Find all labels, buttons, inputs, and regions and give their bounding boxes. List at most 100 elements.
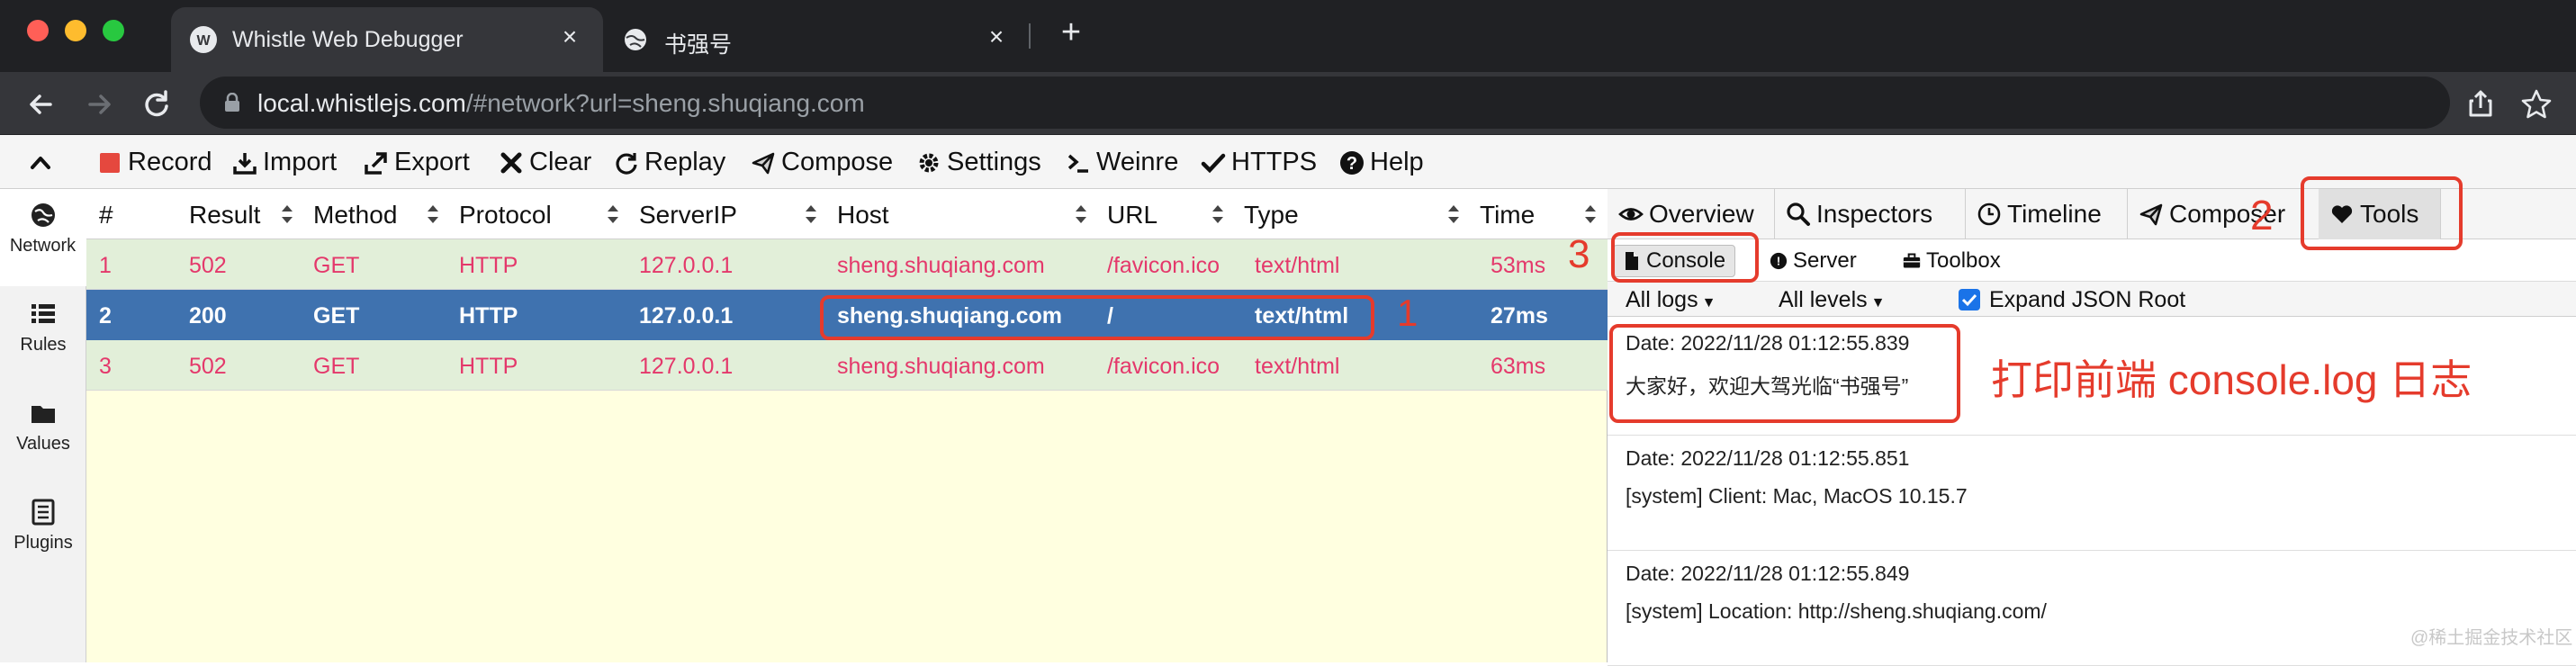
close-tab-icon[interactable]: × (556, 23, 583, 50)
new-tab-icon[interactable]: + (1051, 13, 1091, 52)
cell-protocol: HTTP (459, 354, 518, 379)
cell-method: GET (313, 253, 360, 278)
column-header-number[interactable]: # (99, 201, 113, 230)
compose-button[interactable]: Compose (751, 148, 893, 177)
tab-title: 书强号 (664, 32, 733, 58)
close-tab-icon[interactable]: × (983, 23, 1010, 50)
cell-number: 3 (99, 354, 112, 379)
lock-icon[interactable] (223, 93, 241, 112)
sidebar-item-plugins[interactable]: Plugins (0, 486, 86, 583)
sort-icon[interactable] (1075, 202, 1087, 227)
tab-timeline[interactable]: Timeline (1966, 189, 2128, 239)
network-list-panel: # Result Method Protocol ServerIP Host U… (86, 189, 1608, 662)
sidebar-item-rules[interactable]: Rules (0, 288, 86, 385)
sort-icon[interactable] (1447, 202, 1460, 227)
subtab-server[interactable]: ! Server (1761, 245, 1866, 277)
sort-icon[interactable] (427, 202, 439, 227)
export-label: Export (394, 148, 470, 176)
help-button[interactable]: ? Help (1339, 148, 1424, 177)
app-menu-bar: Record Import Export Clear Replay Compos… (0, 135, 2576, 189)
sidebar-item-network[interactable]: Network (0, 189, 86, 286)
browser-tab-whistle[interactable]: W Whistle Web Debugger × (171, 7, 603, 72)
column-header-type[interactable]: Type (1244, 201, 1299, 230)
compose-label: Compose (781, 148, 894, 176)
replay-button[interactable]: Replay (614, 148, 725, 177)
browser-tab-shuqiang[interactable]: 书强号 × (612, 7, 1026, 72)
collapse-up-icon[interactable] (27, 149, 54, 175)
list-icon (32, 304, 55, 323)
https-button[interactable]: HTTPS (1201, 148, 1317, 177)
minimize-window-button[interactable] (65, 20, 86, 41)
annotation-number-3: 3 (1568, 232, 1590, 276)
column-header-method[interactable]: Method (313, 201, 397, 230)
clear-button[interactable]: Clear (499, 148, 591, 177)
sort-icon[interactable] (1584, 202, 1597, 227)
log-message: [system] Location: http://sheng.shuqiang… (1626, 599, 2047, 623)
browser-tab-bar: W Whistle Web Debugger × 书强号 × + (0, 0, 2576, 72)
tab-inspectors-label: Inspectors (1816, 200, 1933, 228)
back-arrow-icon[interactable] (23, 86, 59, 122)
cell-url: /favicon.ico (1107, 253, 1220, 278)
bookmark-star-icon[interactable] (2518, 86, 2554, 122)
cell-method: GET (313, 303, 360, 328)
tab-inspectors[interactable]: Inspectors (1775, 189, 1966, 239)
clear-x-icon (500, 152, 522, 173)
column-header-url[interactable]: URL (1107, 201, 1157, 230)
weinre-label: Weinre (1096, 148, 1179, 176)
record-button[interactable]: Record (97, 148, 212, 177)
column-header-host[interactable]: Host (837, 201, 889, 230)
sidebar-item-label: Values (16, 434, 70, 454)
sort-icon[interactable] (805, 202, 817, 227)
close-window-button[interactable] (27, 20, 49, 41)
weinre-button[interactable]: Weinre (1066, 148, 1178, 177)
cell-time: 27ms (1491, 303, 1548, 328)
sort-icon[interactable] (281, 202, 293, 227)
expand-json-checkbox[interactable] (1959, 289, 1980, 310)
export-button[interactable]: Export (364, 148, 470, 177)
all-levels-dropdown[interactable]: All levels ▼ (1779, 287, 1886, 313)
zoom-window-button[interactable] (103, 20, 124, 41)
replay-icon (616, 152, 637, 175)
reload-icon[interactable] (139, 86, 175, 122)
clear-label: Clear (529, 148, 592, 176)
column-header-time[interactable]: Time (1480, 201, 1535, 230)
forward-arrow-icon[interactable] (81, 86, 117, 122)
tab-timeline-label: Timeline (2007, 200, 2102, 228)
paper-plane-icon (752, 152, 775, 174)
cell-result: 502 (189, 253, 227, 278)
subtab-toolbox[interactable]: Toolbox (1894, 245, 2010, 277)
network-table-header: # Result Method Protocol ServerIP Host U… (86, 189, 1608, 239)
all-logs-dropdown[interactable]: All logs ▼ (1626, 287, 1716, 313)
sidebar-item-label: Rules (20, 335, 67, 355)
tab-composer[interactable]: Composer (2128, 189, 2304, 239)
caret-down-icon: ▼ (1701, 295, 1716, 310)
export-icon (365, 151, 387, 175)
search-icon (1787, 202, 1810, 226)
settings-button[interactable]: Settings (916, 148, 1041, 177)
table-row[interactable]: 1 502 GET HTTP 127.0.0.1 sheng.shuqiang.… (86, 239, 1608, 290)
import-label: Import (263, 148, 338, 176)
address-bar[interactable]: local.whistlejs.com/#network?url=sheng.s… (200, 76, 2450, 129)
checkmark-icon (1961, 293, 1977, 307)
column-header-serverip[interactable]: ServerIP (639, 201, 737, 230)
log-message: [system] Client: Mac, MacOS 10.15.7 (1626, 484, 1968, 508)
cell-serverip: 127.0.0.1 (639, 303, 734, 328)
column-header-result[interactable]: Result (189, 201, 260, 230)
tab-overview-label: Overview (1649, 200, 1754, 228)
annotation-number-2: 2 (2250, 192, 2274, 238)
sidebar-item-label: Network (9, 236, 77, 256)
cell-protocol: HTTP (459, 253, 518, 278)
subtab-toolbox-label: Toolbox (1926, 248, 2001, 273)
share-icon[interactable] (2463, 86, 2499, 122)
cell-type: text/html (1255, 253, 1340, 278)
sort-icon[interactable] (607, 202, 619, 227)
column-header-protocol[interactable]: Protocol (459, 201, 552, 230)
table-row[interactable]: 3 502 GET HTTP 127.0.0.1 sheng.shuqiang.… (86, 340, 1608, 391)
cell-type: text/html (1255, 354, 1340, 379)
cell-number: 2 (99, 303, 112, 328)
sort-icon[interactable] (1211, 202, 1224, 227)
import-icon (233, 152, 257, 175)
import-button[interactable]: Import (232, 148, 337, 177)
sidebar-item-values[interactable]: Values (0, 387, 86, 484)
expand-json-label: Expand JSON Root (1989, 287, 2186, 312)
